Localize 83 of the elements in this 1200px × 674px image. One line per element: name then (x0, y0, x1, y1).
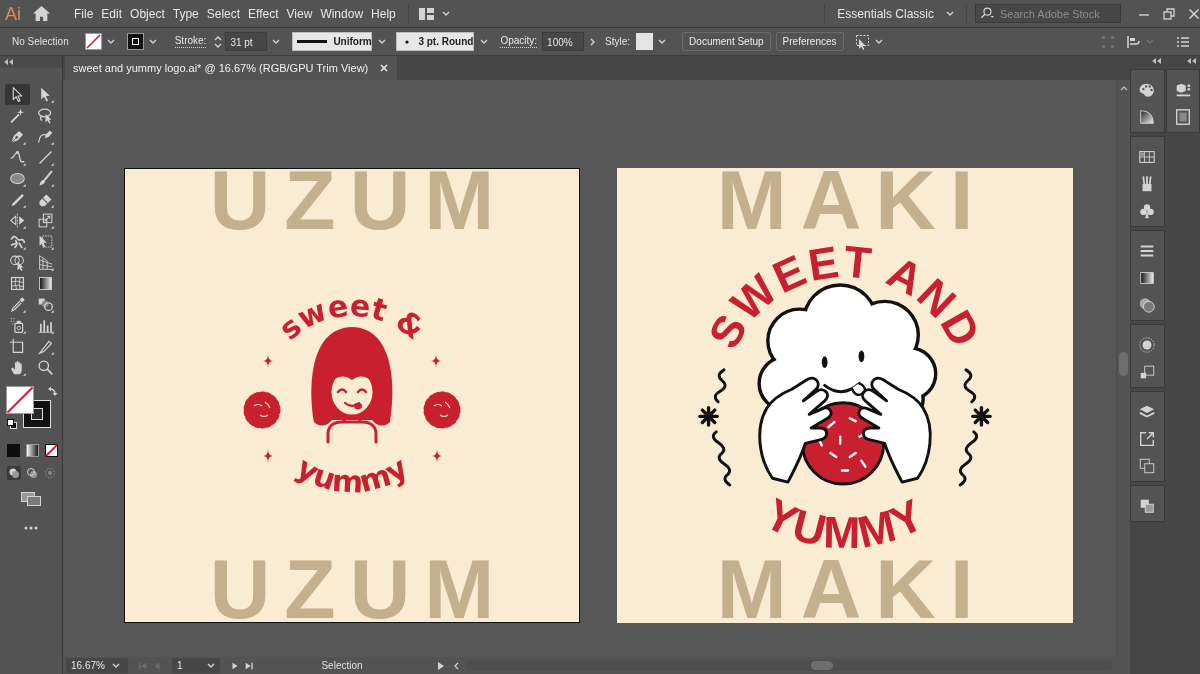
cookie-icon (423, 391, 461, 428)
menu-item[interactable]: Type (168, 3, 203, 24)
list-menu-icon[interactable] (1176, 34, 1190, 49)
caret-icon (112, 663, 120, 668)
two-screens-icon[interactable] (21, 492, 41, 506)
current-tool-label: Selection (321, 660, 363, 671)
zoom-field[interactable]: 16.67% (66, 658, 128, 673)
draw-mode-icon[interactable] (7, 466, 21, 480)
scrollbar-thumb[interactable] (1119, 352, 1128, 376)
preferences-button[interactable]: Preferences (775, 32, 844, 51)
cookie-icon (243, 391, 281, 428)
background-lettering: MAKI (715, 558, 988, 622)
menu-item[interactable]: Select (202, 3, 245, 24)
home-icon[interactable] (33, 6, 50, 21)
layout-icon[interactable] (418, 7, 434, 20)
graphic-style-swatch[interactable] (636, 33, 654, 50)
grid-dots-icon[interactable] (1101, 34, 1115, 49)
stroke-profile-dropdown[interactable]: Uniform (292, 32, 373, 51)
logo-subtitle-text: YUMMY (757, 488, 933, 557)
last-page-icon[interactable] (244, 660, 254, 671)
chevron-left-icon[interactable] (454, 661, 459, 670)
background-lettering: UZUM (208, 169, 509, 233)
background-lettering: MAKI (716, 169, 988, 233)
wavy-line (711, 429, 732, 486)
stroke-link[interactable]: Stroke: (174, 35, 207, 48)
horizontal-scrollbar[interactable] (465, 660, 1112, 671)
no-fill-swatch[interactable] (84, 33, 102, 50)
menu-item[interactable]: Object (126, 3, 169, 24)
dot-icon (405, 39, 410, 44)
no-fill-swatch[interactable] (6, 386, 34, 414)
collapse-icon[interactable] (1151, 58, 1161, 64)
swap-arrows-icon[interactable] (48, 386, 58, 396)
wavy-line (713, 367, 727, 403)
opacity-link[interactable]: Opacity: (500, 35, 538, 48)
spinner-icon[interactable] (214, 34, 223, 49)
mini-swatches-icon[interactable] (7, 419, 17, 429)
workspace-dropdown[interactable]: Essentials Classic (833, 3, 958, 24)
logo-subtitle-text: yummy (290, 449, 414, 500)
play-icon[interactable] (438, 661, 444, 670)
stroke-line-icon (297, 40, 328, 43)
selection-status: No Selection (12, 36, 69, 47)
caret-icon (207, 663, 215, 668)
brush-dropdown[interactable]: 3 pt. Round (396, 32, 475, 51)
search-icon (980, 7, 994, 19)
vertical-scrollbar[interactable] (1116, 80, 1130, 657)
menu-item[interactable]: File (70, 3, 98, 24)
chevron-right-icon[interactable] (590, 37, 596, 46)
menu-item[interactable]: Window (316, 3, 368, 24)
align-icon[interactable] (1127, 34, 1141, 49)
collapse-icon[interactable] (4, 59, 13, 65)
document-tab[interactable]: sweet and yummy logo.ai* @ 16.67% (RGB/GPU Trim View) (65, 56, 398, 80)
search-field[interactable]: Search Adobe Stock (975, 4, 1121, 23)
menu-item[interactable]: Help (367, 3, 400, 24)
close-icon[interactable] (380, 64, 389, 72)
caret-icon (946, 11, 954, 16)
more-icon[interactable] (24, 526, 38, 530)
document-setup-button[interactable]: Document Setup (682, 32, 771, 51)
wavy-line (963, 367, 977, 403)
menu-item[interactable]: Edit (97, 3, 127, 24)
artboard-number-field[interactable]: 1 (172, 658, 220, 673)
color-swatch-icon[interactable] (7, 444, 20, 457)
wavy-line (958, 429, 979, 486)
asterisk-icon (971, 405, 992, 427)
close-icon[interactable] (1188, 7, 1200, 20)
menu-item[interactable]: View (282, 3, 317, 24)
restore-icon[interactable] (1163, 7, 1175, 20)
style-label: Style: (605, 36, 631, 47)
stroke-weight-field[interactable]: 31 pt (225, 32, 268, 51)
collapse-icon[interactable] (1187, 58, 1196, 64)
gradient-swatch-icon[interactable] (26, 444, 39, 457)
next-page-icon[interactable] (230, 660, 240, 671)
logo-title-text: sweet & (272, 287, 432, 347)
app-logo: Ai (5, 3, 21, 24)
scrollbar-thumb[interactable] (811, 661, 833, 670)
none-swatch-icon[interactable] (45, 444, 58, 457)
chevron-up-icon[interactable] (1119, 86, 1128, 91)
arrow-cursor-icon[interactable] (5, 84, 30, 105)
stroke-swatch[interactable] (126, 33, 144, 50)
opacity-field[interactable]: 100% (542, 32, 585, 51)
draw-mode-icon[interactable] (25, 466, 39, 480)
menu-item[interactable]: Effect (244, 3, 283, 24)
background-lettering: UZUM (208, 558, 509, 622)
asterisk-icon (698, 405, 719, 427)
